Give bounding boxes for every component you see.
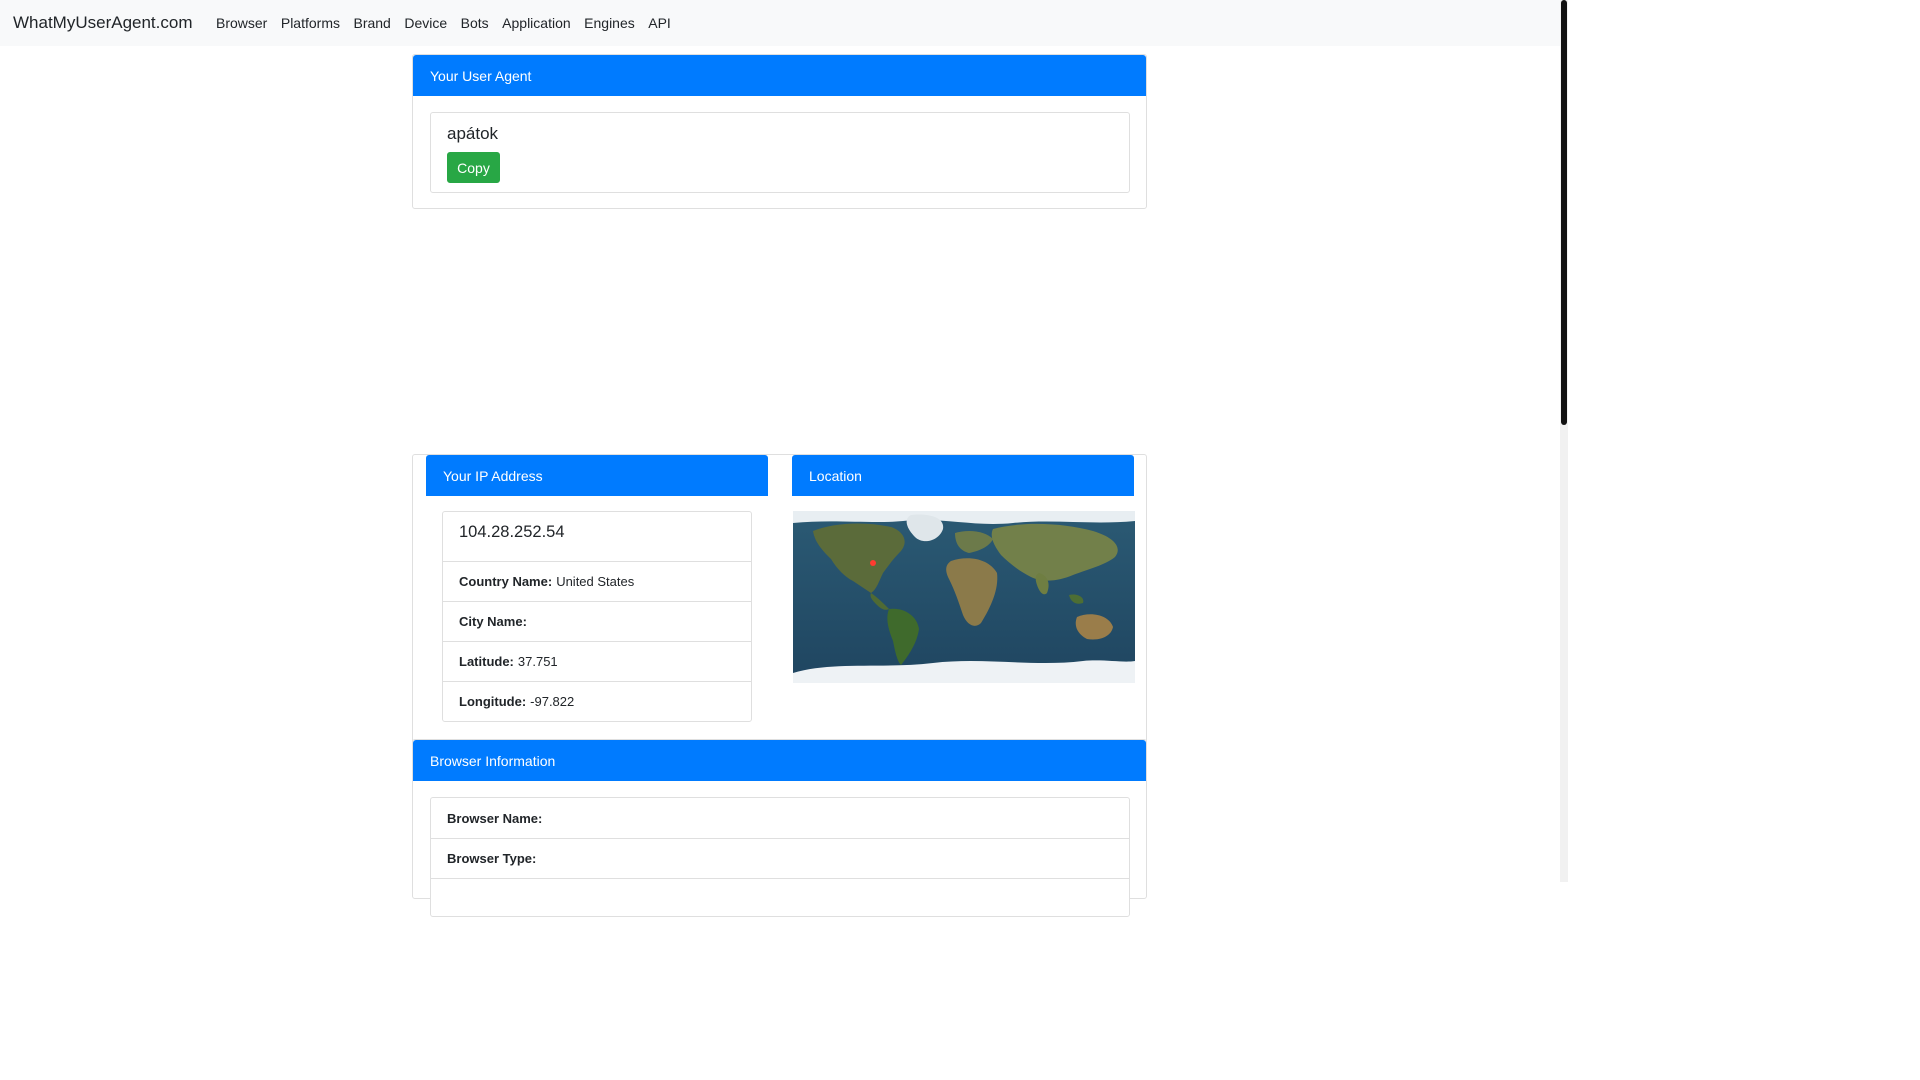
ip-details-list: 104.28.252.54 Country Name: United State… xyxy=(442,511,752,722)
country-value: United States xyxy=(556,574,635,589)
browser-info-list: Browser Name: Browser Type: xyxy=(430,797,1130,917)
nav-link-api[interactable]: API xyxy=(648,15,671,31)
browser-info-header: Browser Information xyxy=(413,740,1146,781)
browser-name-label: Browser Name: xyxy=(447,810,543,826)
location-marker-icon xyxy=(870,560,876,566)
top-navbar: WhatMyUserAgent.com Browser Platforms Br… xyxy=(0,0,1560,46)
ip-location-container: Your IP Address Location 104.28.252.54 C… xyxy=(412,454,1147,744)
browser-type-label: Browser Type: xyxy=(447,851,537,866)
longitude-value: -97.822 xyxy=(530,694,575,709)
site-brand-link[interactable]: WhatMyUserAgent.com xyxy=(13,13,193,33)
nav-link-brand[interactable]: Brand xyxy=(353,15,390,31)
scrollbar-thumb[interactable] xyxy=(1561,0,1567,425)
browser-type-row: Browser Type: xyxy=(431,838,1129,878)
latitude-value: 37.751 xyxy=(517,654,558,669)
world-map-graphic xyxy=(793,511,1135,683)
city-label: City Name: xyxy=(459,614,527,629)
nav-link-browser[interactable]: Browser xyxy=(216,15,267,31)
nav-link-application[interactable]: Application xyxy=(502,15,571,31)
browser-name-row: Browser Name: xyxy=(431,798,1129,838)
longitude-label: Longitude: xyxy=(459,694,527,709)
nav-link-engines[interactable]: Engines xyxy=(584,15,635,31)
ip-address-value: 104.28.252.54 xyxy=(459,523,565,541)
world-map xyxy=(793,511,1135,683)
nav-link-device[interactable]: Device xyxy=(404,15,447,31)
city-row: City Name: xyxy=(443,601,751,641)
user-agent-card: Your User Agent apátok Copy xyxy=(412,54,1147,209)
latitude-label: Latitude: xyxy=(459,654,514,669)
user-agent-box: apátok Copy xyxy=(430,112,1130,193)
country-row: Country Name: United States xyxy=(443,561,751,601)
longitude-row: Longitude: -97.822 xyxy=(443,681,751,721)
ip-card-header: Your IP Address xyxy=(426,455,768,496)
browser-info-card: Browser Information Browser Name: Browse… xyxy=(412,739,1147,917)
browser-next-row xyxy=(431,878,1129,918)
user-agent-string: apátok xyxy=(447,124,499,143)
nav-link-bots[interactable]: Bots xyxy=(461,15,489,31)
nav-link-platforms[interactable]: Platforms xyxy=(281,15,340,31)
latitude-row: Latitude: 37.751 xyxy=(443,641,751,681)
country-label: Country Name: xyxy=(459,574,553,589)
location-card-header: Location xyxy=(792,455,1134,496)
copy-button[interactable]: Copy xyxy=(447,152,500,183)
user-agent-card-header: Your User Agent xyxy=(413,55,1146,96)
